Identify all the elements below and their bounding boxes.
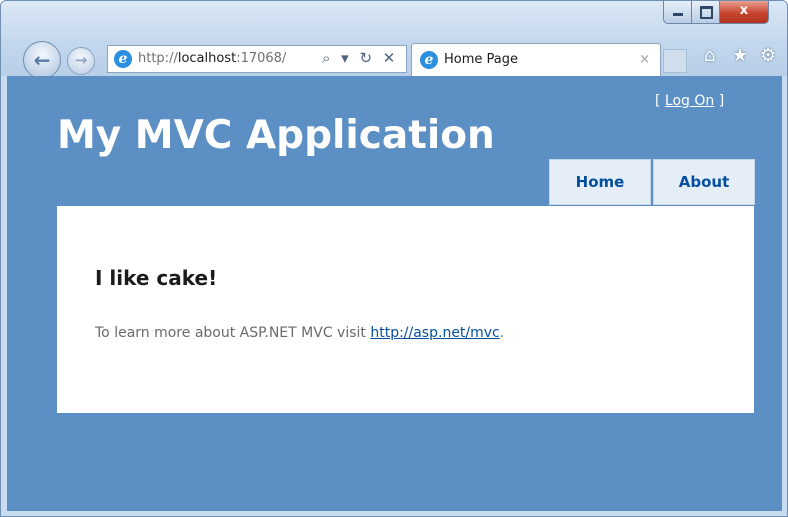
main-content: I like cake! To learn more about ASP.NET…	[57, 206, 754, 413]
browser-window: x ← → e http://localhost:17068/ ⌕ ▾ ↻ ✕ …	[0, 0, 788, 517]
site-title: My MVC Application	[57, 113, 495, 158]
url-prefix: http://	[138, 51, 178, 66]
ie-tab-icon: e	[420, 51, 438, 69]
back-arrow-icon: ←	[33, 48, 51, 72]
minimize-button[interactable]	[663, 1, 692, 24]
aspnet-mvc-link[interactable]: http://asp.net/mvc	[370, 325, 499, 341]
tab-close-icon[interactable]: ×	[639, 52, 650, 67]
ie-page-icon: e	[114, 50, 132, 68]
menu-home[interactable]: Home	[549, 159, 651, 205]
maximize-button[interactable]	[691, 1, 720, 24]
back-button[interactable]: ←	[23, 41, 61, 79]
url-host: localhost	[177, 51, 237, 66]
tools-gear-icon[interactable]: ⚙	[760, 45, 776, 66]
home-icon[interactable]: ⌂	[704, 45, 715, 66]
minimize-icon	[673, 13, 683, 16]
new-tab-button[interactable]	[663, 49, 687, 73]
tab-title: Home Page	[444, 52, 518, 67]
main-paragraph: To learn more about ASP.NET MVC visit ht…	[95, 325, 504, 341]
main-heading: I like cake!	[95, 266, 218, 290]
favorites-star-icon[interactable]: ★	[732, 45, 748, 66]
login-display: [ Log On ]	[655, 93, 724, 109]
log-on-link[interactable]: Log On	[665, 93, 714, 109]
close-window-button[interactable]: x	[719, 1, 769, 24]
tab-home-page[interactable]: e Home Page ×	[411, 43, 661, 77]
forward-button[interactable]: →	[67, 47, 95, 75]
login-bracket-open: [	[655, 93, 665, 109]
main-text-prefix: To learn more about ASP.NET MVC visit	[95, 325, 371, 341]
login-bracket-close: ]	[714, 93, 725, 109]
forward-arrow-icon: →	[74, 51, 88, 69]
address-tools-icons[interactable]: ⌕ ▾ ↻ ✕	[322, 49, 398, 67]
url-suffix: :17068/	[236, 51, 287, 66]
menu-about[interactable]: About	[653, 159, 755, 205]
close-icon: x	[739, 3, 749, 18]
maximize-icon	[700, 6, 713, 19]
address-bar[interactable]: e http://localhost:17068/ ⌕ ▾ ↻ ✕	[107, 45, 407, 73]
main-text-suffix: .	[499, 325, 505, 341]
url-text[interactable]: http://localhost:17068/	[138, 51, 286, 66]
